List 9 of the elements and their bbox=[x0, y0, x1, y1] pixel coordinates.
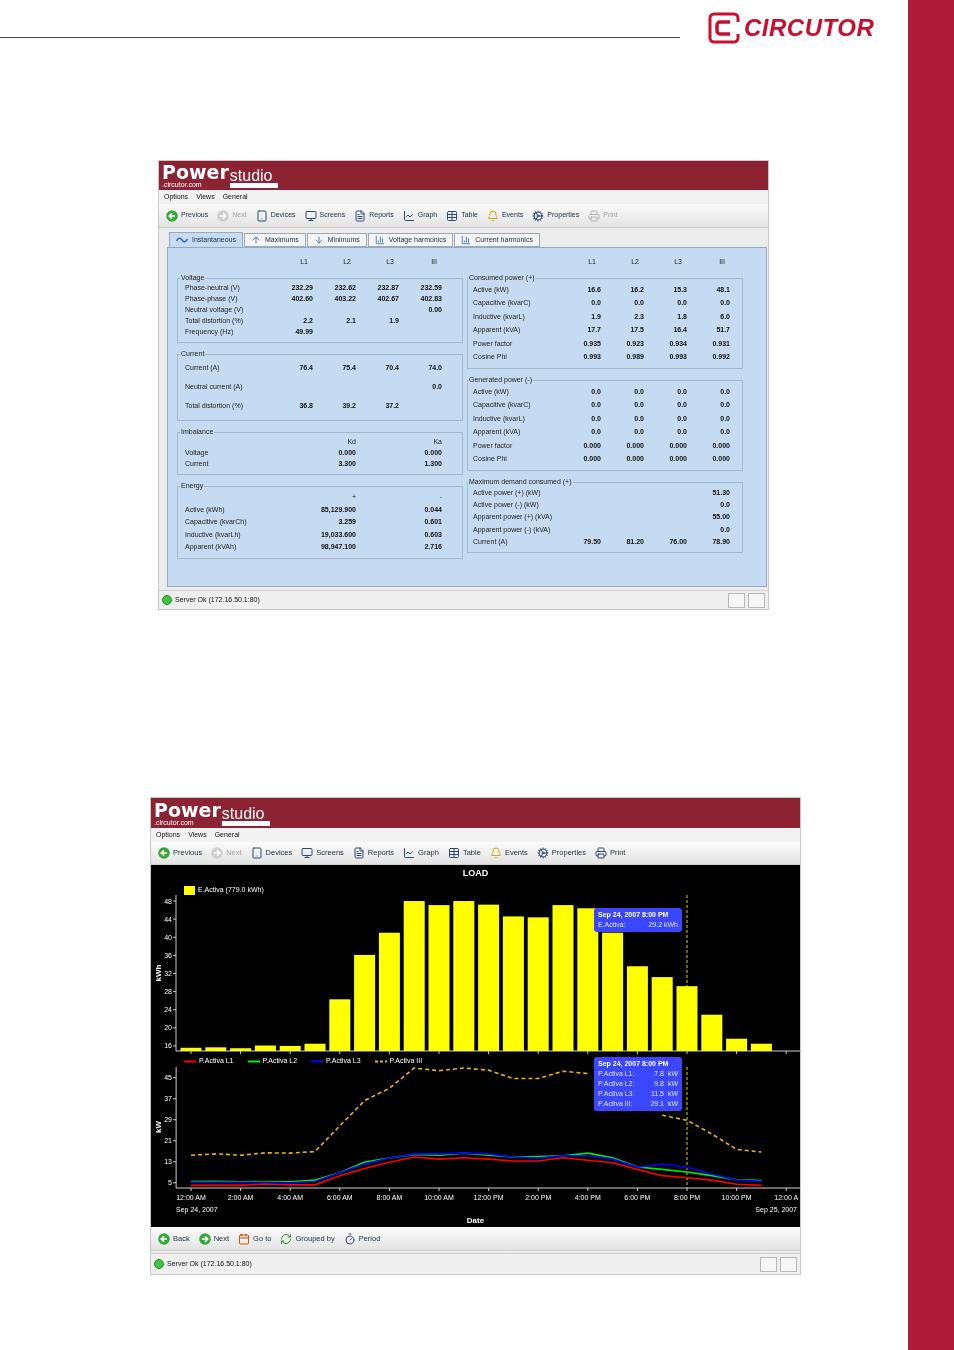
chart-title: LOAD bbox=[462, 867, 489, 881]
axis-title: Date bbox=[466, 1215, 485, 1227]
logo-text: CIRCUTOR bbox=[744, 13, 875, 43]
axis-title: kWh bbox=[154, 964, 163, 982]
axis-title: kW bbox=[154, 1121, 163, 1133]
logo-wordmark: Power bbox=[154, 802, 221, 819]
logo-product: studio bbox=[229, 168, 274, 183]
logo-product: studio bbox=[221, 806, 266, 821]
logo-wordmark: Power bbox=[162, 164, 229, 181]
